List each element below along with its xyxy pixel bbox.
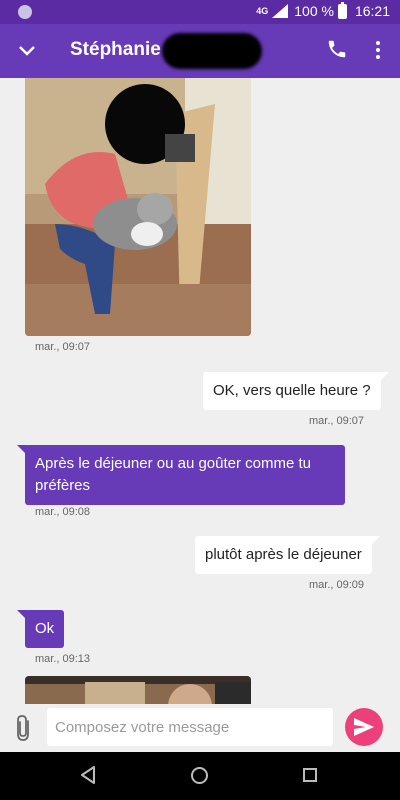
nav-home-icon[interactable] (191, 767, 208, 784)
outgoing-message[interactable]: plutôt après le déjeuner (195, 536, 380, 574)
incoming-message[interactable]: Après le déjeuner ou au goûter comme tu … (17, 445, 345, 505)
status-bar: 4G 100 % 16:21 (0, 0, 400, 24)
photo-message[interactable] (25, 676, 251, 704)
message-timestamp: mar., 09:08 (35, 506, 91, 518)
incoming-message[interactable]: Ok (16, 610, 65, 648)
clock: 16:21 (354, 3, 390, 19)
contact-name: Stéphanie (70, 39, 161, 60)
phone-icon[interactable] (326, 38, 352, 64)
network-type: 4G (256, 5, 269, 16)
message-timestamp: mar., 09:07 (309, 415, 365, 427)
message-list[interactable]: mar., 09:07 OK, vers quelle heure ? mar.… (0, 78, 400, 704)
message-input[interactable] (47, 708, 333, 746)
notification-dot-icon (18, 5, 32, 19)
conversation-screen: 4G 100 % 16:21 Stéphanie mar., 09:07 OK,… (0, 0, 400, 800)
message-timestamp: mar., 09:13 (35, 653, 91, 665)
battery-icon (337, 1, 347, 19)
status-indicators: 4G 100 % 16:21 (256, 1, 390, 19)
outgoing-message[interactable]: OK, vers quelle heure ? (203, 372, 389, 410)
message-composer (0, 704, 400, 752)
more-vert-icon[interactable] (366, 38, 390, 64)
paperclip-icon[interactable] (12, 712, 36, 744)
system-navigation-bar (0, 752, 400, 800)
send-button[interactable] (345, 708, 383, 746)
send-icon (354, 718, 374, 736)
battery-percent: 100 % (294, 3, 334, 19)
chevron-down-icon[interactable] (14, 38, 40, 64)
message-timestamp: mar., 09:07 (35, 341, 91, 353)
app-bar: Stéphanie (0, 24, 400, 78)
redacted-surname (162, 33, 262, 69)
photo-message[interactable] (25, 78, 251, 336)
nav-recents-icon[interactable] (303, 768, 317, 782)
nav-back-icon[interactable] (80, 766, 96, 789)
signal-icon (272, 4, 289, 18)
message-timestamp: mar., 09:09 (309, 579, 365, 591)
